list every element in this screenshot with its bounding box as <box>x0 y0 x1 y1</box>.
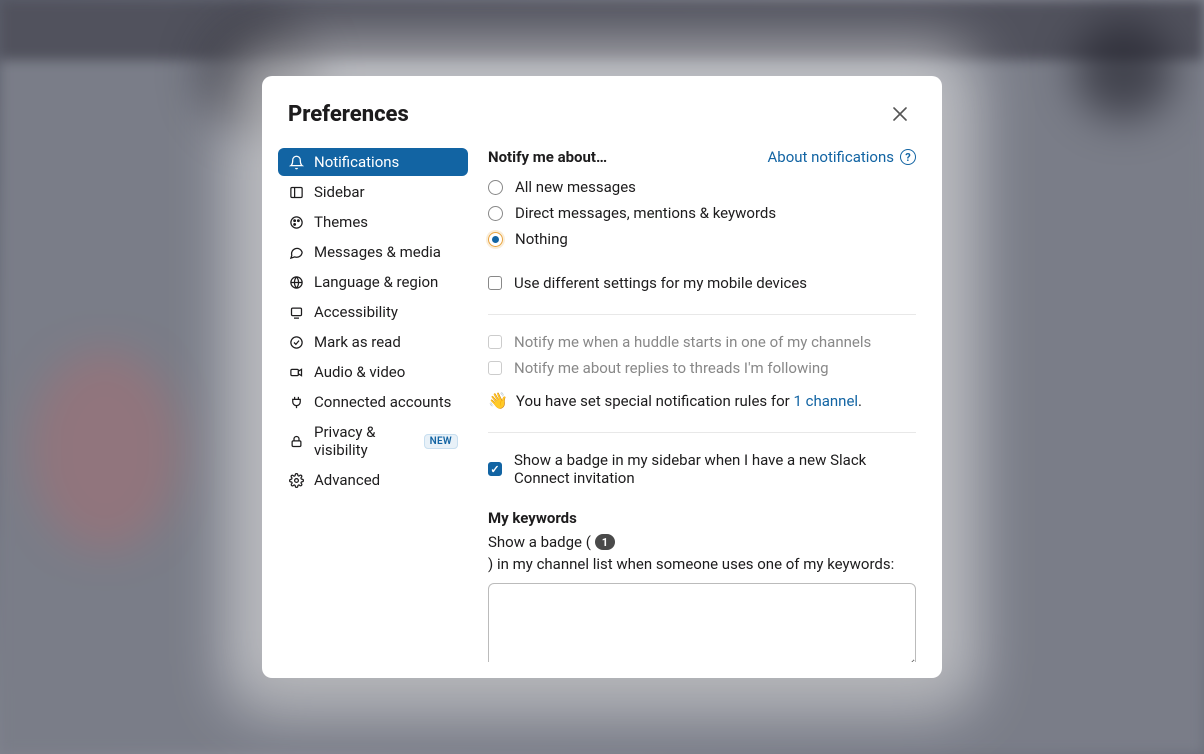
sidebar-item-label: Messages & media <box>314 243 441 261</box>
keywords-heading: My keywords <box>488 509 916 527</box>
radio-icon[interactable] <box>488 232 503 247</box>
sidebar-item-label: Privacy & visibility <box>314 423 414 459</box>
sidebar-item-privacy-visibility[interactable]: Privacy & visibility NEW <box>278 418 468 464</box>
divider <box>488 432 916 433</box>
checkbox-icon <box>488 335 502 349</box>
close-icon <box>893 107 907 121</box>
checkbox-icon <box>488 361 502 375</box>
sidebar-item-notifications[interactable]: Notifications <box>278 148 468 176</box>
panel-icon <box>288 184 304 200</box>
modal-body: Notifications Sidebar Themes Messages & … <box>262 144 942 678</box>
checkbox-slack-connect-badge[interactable]: Show a badge in my sidebar when I have a… <box>488 447 916 491</box>
checkbox-label: Show a badge in my sidebar when I have a… <box>514 451 916 487</box>
sidebar-item-language-region[interactable]: Language & region <box>278 268 468 296</box>
sidebar-item-connected-accounts[interactable]: Connected accounts <box>278 388 468 416</box>
radio-all-messages[interactable]: All new messages <box>488 174 916 200</box>
checkbox-icon[interactable] <box>488 276 502 290</box>
modal-title: Preferences <box>288 102 409 127</box>
sidebar-item-label: Advanced <box>314 471 380 489</box>
radio-nothing[interactable]: Nothing <box>488 226 916 252</box>
notify-heading: Notify me about… <box>488 148 607 166</box>
sidebar-item-label: Accessibility <box>314 303 398 321</box>
radio-icon[interactable] <box>488 206 503 221</box>
sidebar-item-label: Language & region <box>314 273 438 291</box>
accessibility-icon <box>288 304 304 320</box>
radio-dm-mentions[interactable]: Direct messages, mentions & keywords <box>488 200 916 226</box>
radio-label: All new messages <box>515 178 636 196</box>
channel-link[interactable]: 1 channel <box>793 392 858 410</box>
gear-icon <box>288 472 304 488</box>
preferences-modal: Preferences Notifications Sidebar <box>262 76 942 678</box>
video-icon <box>288 364 304 380</box>
bell-icon <box>288 154 304 170</box>
checkbox-icon[interactable] <box>488 462 502 476</box>
sidebar-item-label: Notifications <box>314 153 399 171</box>
keywords-input[interactable] <box>488 583 916 662</box>
about-notifications-link[interactable]: About notifications ? <box>767 148 916 166</box>
lock-icon <box>288 433 304 449</box>
checkbox-label: Use different settings for my mobile dev… <box>514 274 807 292</box>
close-button[interactable] <box>884 98 916 130</box>
sidebar-item-mark-as-read[interactable]: Mark as read <box>278 328 468 356</box>
sidebar-item-label: Mark as read <box>314 333 401 351</box>
radio-label: Nothing <box>515 230 568 248</box>
sidebar-item-messages-media[interactable]: Messages & media <box>278 238 468 266</box>
info-text: You have set special notification rules … <box>516 392 862 410</box>
keywords-description: Show a badge ( 1 ) in my channel list wh… <box>488 533 916 573</box>
sidebar-item-sidebar[interactable]: Sidebar <box>278 178 468 206</box>
about-link-label: About notifications <box>767 148 894 166</box>
plug-icon <box>288 394 304 410</box>
sidebar-item-label: Connected accounts <box>314 393 451 411</box>
sidebar-item-themes[interactable]: Themes <box>278 208 468 236</box>
check-circle-icon <box>288 334 304 350</box>
sidebar-item-advanced[interactable]: Advanced <box>278 466 468 494</box>
checkbox-threads: Notify me about replies to threads I'm f… <box>488 355 916 381</box>
sidebar-item-audio-video[interactable]: Audio & video <box>278 358 468 386</box>
radio-label: Direct messages, mentions & keywords <box>515 204 776 222</box>
modal-header: Preferences <box>262 76 942 144</box>
notify-heading-row: Notify me about… About notifications ? <box>488 148 916 166</box>
checkbox-mobile-settings[interactable]: Use different settings for my mobile dev… <box>488 270 916 296</box>
preferences-content: Notify me about… About notifications ? A… <box>478 144 926 662</box>
preferences-sidebar: Notifications Sidebar Themes Messages & … <box>278 144 468 662</box>
divider <box>488 314 916 315</box>
checkbox-label: Notify me when a huddle starts in one of… <box>514 333 871 351</box>
checkbox-label: Notify me about replies to threads I'm f… <box>514 359 829 377</box>
sidebar-item-label: Themes <box>314 213 368 231</box>
new-badge: NEW <box>424 434 458 449</box>
sidebar-item-label: Audio & video <box>314 363 405 381</box>
special-rules-info: 👋 You have set special notification rule… <box>488 381 916 414</box>
sidebar-item-label: Sidebar <box>314 183 365 201</box>
globe-icon <box>288 274 304 290</box>
checkbox-huddle: Notify me when a huddle starts in one of… <box>488 329 916 355</box>
help-icon: ? <box>900 149 916 165</box>
radio-icon[interactable] <box>488 180 503 195</box>
wave-icon: 👋 <box>488 391 508 410</box>
palette-icon <box>288 214 304 230</box>
sidebar-item-accessibility[interactable]: Accessibility <box>278 298 468 326</box>
count-badge: 1 <box>595 534 615 550</box>
message-icon <box>288 244 304 260</box>
